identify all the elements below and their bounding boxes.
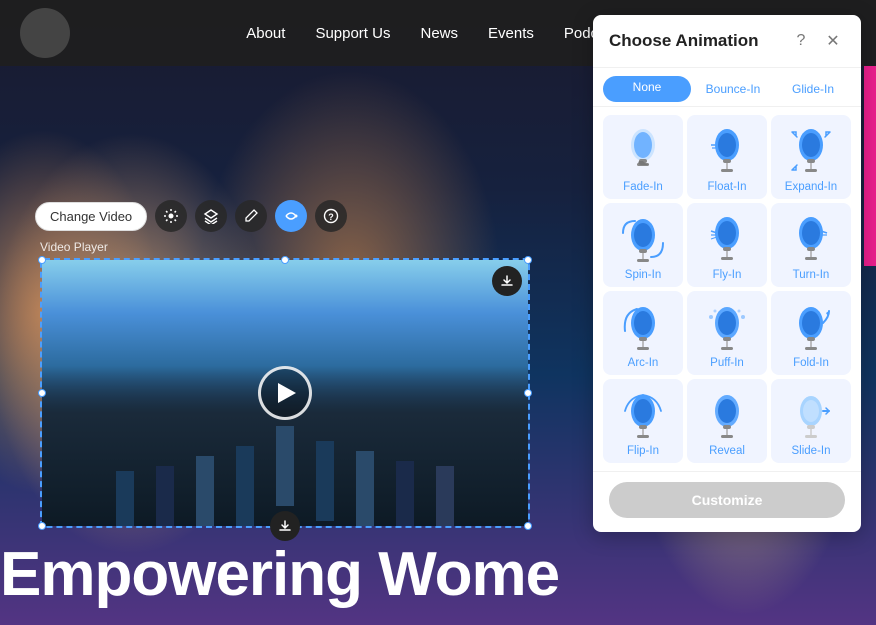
help-icon: ?: [323, 208, 339, 224]
settings-icon: [163, 208, 179, 224]
panel-header: Choose Animation ? ✕: [593, 15, 861, 68]
anim-turn-in[interactable]: Turn-In: [771, 203, 851, 287]
handle-bottom-right[interactable]: [524, 522, 532, 530]
help-panel-icon[interactable]: ?: [789, 29, 813, 53]
fly-in-label: Fly-In: [713, 269, 742, 281]
handle-middle-right[interactable]: [524, 389, 532, 397]
flip-in-icon: [617, 389, 669, 441]
layers-button[interactable]: [195, 200, 227, 232]
handle-top-left[interactable]: [38, 256, 46, 264]
handle-bottom-left[interactable]: [38, 522, 46, 530]
download-badge-top[interactable]: [492, 266, 522, 296]
nav-news[interactable]: News: [420, 25, 458, 42]
reveal-icon: [701, 389, 753, 441]
fold-in-label: Fold-In: [793, 357, 829, 369]
animation-top-row: None Bounce-In Glide-In: [593, 68, 861, 107]
reveal-label: Reveal: [709, 445, 745, 457]
arc-in-icon: [617, 301, 669, 353]
customize-section: Customize: [593, 471, 861, 532]
navbar-logo: [20, 8, 70, 58]
anim-puff-in[interactable]: Puff-In: [687, 291, 767, 375]
video-player[interactable]: [42, 260, 528, 526]
handle-top-right[interactable]: [524, 256, 532, 264]
video-toolbar: Change Video ?: [35, 200, 530, 232]
anim-slide-in[interactable]: Slide-In: [771, 379, 851, 463]
spin-in-icon: [617, 213, 669, 265]
anim-top-bounce[interactable]: Bounce-In: [695, 76, 771, 102]
download-badge-bottom[interactable]: [270, 511, 300, 541]
nav-events[interactable]: Events: [488, 25, 534, 42]
anim-arc-in[interactable]: Arc-In: [603, 291, 683, 375]
download-icon-top: [500, 274, 514, 288]
edit-button[interactable]: [235, 200, 267, 232]
flip-in-label: Flip-In: [627, 445, 659, 457]
float-in-label: Float-In: [708, 181, 747, 193]
turn-in-label: Turn-In: [793, 269, 830, 281]
slide-in-icon: [785, 389, 837, 441]
float-in-icon: [701, 125, 753, 177]
svg-text:?: ?: [328, 212, 334, 222]
anim-fold-in[interactable]: Fold-In: [771, 291, 851, 375]
download-icon-bottom: [278, 519, 292, 533]
edit-icon: [243, 208, 259, 224]
anim-float-in[interactable]: Float-In: [687, 115, 767, 199]
anim-top-glide[interactable]: Glide-In: [775, 76, 851, 102]
fold-in-icon: [785, 301, 837, 353]
panel-title: Choose Animation: [609, 31, 781, 51]
layers-icon: [203, 208, 219, 224]
animation-panel: Choose Animation ? ✕ None Bounce-In Glid…: [593, 15, 861, 532]
help-button[interactable]: ?: [315, 200, 347, 232]
animation-grid: Fade-In Float-In: [593, 107, 861, 471]
anim-expand-in[interactable]: Expand-In: [771, 115, 851, 199]
animation-button[interactable]: [275, 200, 307, 232]
turn-in-icon: [785, 213, 837, 265]
settings-button[interactable]: [155, 200, 187, 232]
right-accent-strip: [864, 66, 876, 266]
anim-fade-in[interactable]: Fade-In: [603, 115, 683, 199]
change-video-button[interactable]: Change Video: [35, 202, 147, 231]
anim-top-none[interactable]: None: [603, 76, 691, 102]
video-player-label: Video Player: [40, 240, 530, 254]
nav-about[interactable]: About: [246, 25, 285, 42]
anim-flip-in[interactable]: Flip-In: [603, 379, 683, 463]
arc-in-label: Arc-In: [628, 357, 659, 369]
anim-spin-in[interactable]: Spin-In: [603, 203, 683, 287]
play-button[interactable]: [258, 366, 312, 420]
customize-button[interactable]: Customize: [609, 482, 845, 518]
close-panel-icon[interactable]: ✕: [821, 29, 845, 53]
puff-in-label: Puff-In: [710, 357, 744, 369]
fly-in-icon: [701, 213, 753, 265]
hero-text: Empowering Wome: [0, 539, 559, 610]
fade-in-icon: [617, 125, 669, 177]
expand-in-icon: [785, 125, 837, 177]
anim-reveal[interactable]: Reveal: [687, 379, 767, 463]
play-icon: [278, 383, 296, 403]
anim-fly-in[interactable]: Fly-In: [687, 203, 767, 287]
nav-support[interactable]: Support Us: [315, 25, 390, 42]
animation-icon: [283, 208, 299, 224]
handle-top-center[interactable]: [281, 256, 289, 264]
spin-in-label: Spin-In: [625, 269, 661, 281]
slide-in-label: Slide-In: [792, 445, 831, 457]
expand-in-label: Expand-In: [785, 181, 837, 193]
puff-in-icon: [701, 301, 753, 353]
video-player-container: Change Video ?: [40, 200, 530, 528]
fade-in-label: Fade-In: [623, 181, 663, 193]
video-player-wrapper: [40, 258, 530, 528]
handle-middle-left[interactable]: [38, 389, 46, 397]
